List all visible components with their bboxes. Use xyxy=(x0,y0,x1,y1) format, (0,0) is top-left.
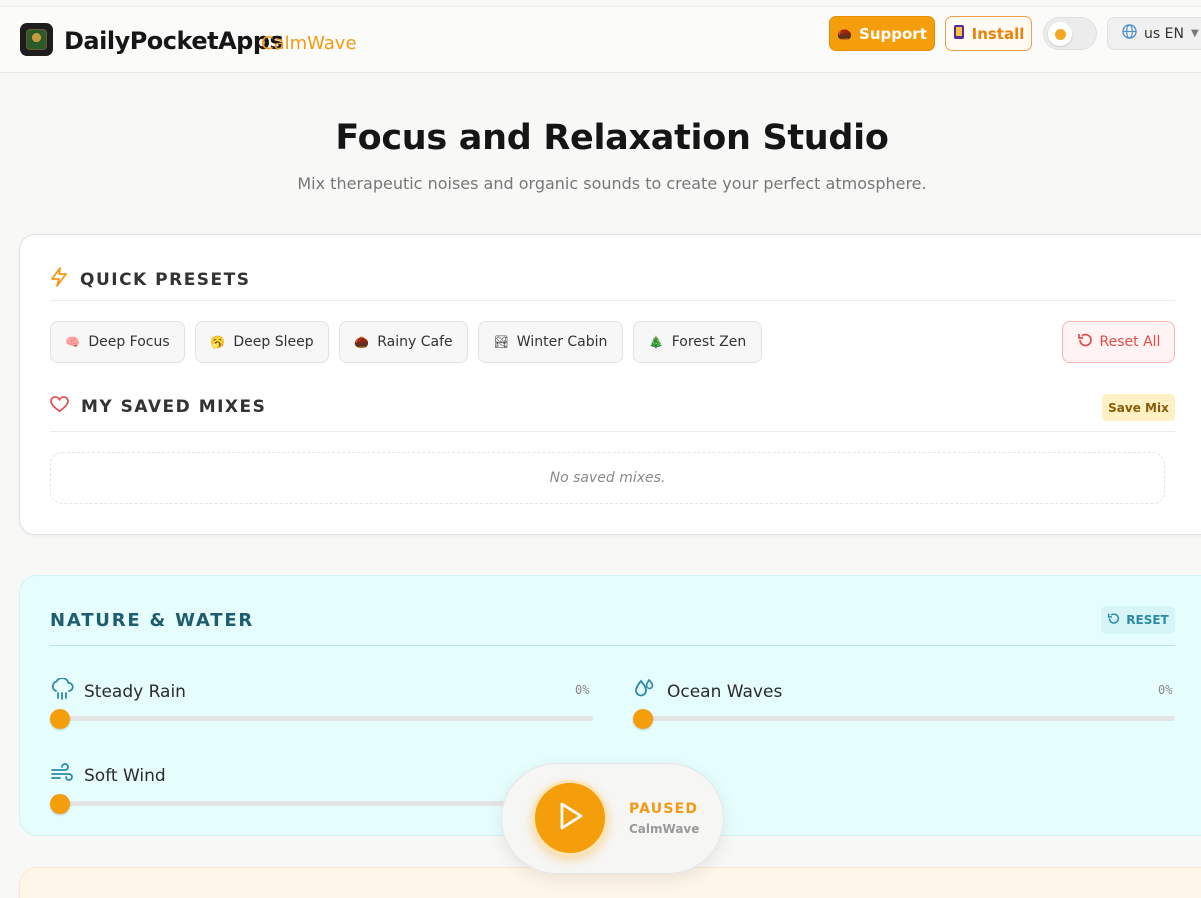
saved-mixes-title: MY SAVED MIXES xyxy=(81,397,267,417)
phone-icon xyxy=(953,24,965,44)
reset-all-button[interactable]: Reset All xyxy=(1062,321,1175,363)
install-label: Install xyxy=(971,24,1025,43)
heart-icon xyxy=(50,396,69,418)
chevron-down-icon: ▼ xyxy=(1190,28,1199,39)
support-button[interactable]: 🌰 Support xyxy=(829,16,935,51)
support-label: Support xyxy=(859,24,927,43)
player-status: PAUSED xyxy=(629,801,699,817)
install-button[interactable]: Install xyxy=(945,16,1032,51)
soft-wind-label: Soft Wind xyxy=(50,763,166,788)
app-logo[interactable] xyxy=(20,23,53,56)
sleepy-face-icon: 🥱 xyxy=(210,335,226,349)
droplets-icon xyxy=(633,678,657,705)
divider xyxy=(50,645,1175,646)
preset-rainy-cafe[interactable]: 🌰 Rainy Cafe xyxy=(339,321,468,363)
theme-toggle[interactable] xyxy=(1043,17,1097,50)
preset-deep-sleep[interactable]: 🥱 Deep Sleep xyxy=(195,321,329,363)
language-selector[interactable]: us EN ▼ xyxy=(1107,17,1201,50)
preset-label: Rainy Cafe xyxy=(377,334,453,350)
ocean-waves-volume: 0% xyxy=(1158,683,1173,697)
sun-icon xyxy=(1048,22,1072,46)
ocean-waves-slider[interactable] xyxy=(633,716,1175,721)
language-label: us EN xyxy=(1144,25,1184,42)
lightning-icon xyxy=(50,267,68,292)
preset-label: Winter Cabin xyxy=(516,334,608,350)
play-icon xyxy=(555,800,585,836)
player-app-name: CalmWave xyxy=(629,822,700,836)
page-title: Focus and Relaxation Studio xyxy=(335,118,889,158)
brain-icon: 🧠 xyxy=(65,335,81,349)
sound-name: Steady Rain xyxy=(84,681,186,702)
preset-label: Deep Focus xyxy=(88,334,170,350)
nature-water-heading: NATURE & WATER xyxy=(50,610,255,631)
preset-deep-focus[interactable]: 🧠 Deep Focus xyxy=(50,321,185,363)
landscape-icon: 🏞 xyxy=(493,335,509,349)
app-name: CalmWave xyxy=(261,33,357,54)
ocean-waves-slider-thumb[interactable] xyxy=(633,709,653,729)
soft-wind-slider-thumb[interactable] xyxy=(50,794,70,814)
globe-icon xyxy=(1122,24,1137,43)
tree-icon: 🎄 xyxy=(648,335,664,349)
cloud-rain-icon xyxy=(50,677,74,705)
steady-rain-volume: 0% xyxy=(575,683,590,697)
preset-label: Forest Zen xyxy=(671,334,747,350)
rotate-ccw-icon xyxy=(1077,332,1093,352)
cup-icon: 🌰 xyxy=(837,26,853,41)
sound-name: Soft Wind xyxy=(84,765,166,786)
play-button[interactable] xyxy=(532,780,608,856)
divider xyxy=(50,431,1175,432)
brand-name[interactable]: DailyPocketApps xyxy=(64,27,284,55)
nature-reset-button[interactable]: RESET xyxy=(1101,606,1175,634)
preset-winter-cabin[interactable]: 🏞 Winter Cabin xyxy=(478,321,623,363)
ocean-waves-label: Ocean Waves xyxy=(633,678,782,705)
quick-presets-title: QUICK PRESETS xyxy=(80,269,251,290)
save-mix-button[interactable]: Save Mix xyxy=(1102,394,1175,421)
reset-all-label: Reset All xyxy=(1099,334,1161,350)
soft-wind-slider[interactable] xyxy=(50,801,510,806)
steady-rain-slider[interactable] xyxy=(50,716,593,721)
steady-rain-slider-thumb[interactable] xyxy=(50,709,70,729)
saved-mixes-empty: No saved mixes. xyxy=(50,452,1165,504)
reset-label: RESET xyxy=(1126,613,1169,627)
sound-name: Ocean Waves xyxy=(667,681,783,702)
saved-mixes-heading: MY SAVED MIXES xyxy=(50,396,266,418)
quick-presets-heading: QUICK PRESETS xyxy=(50,267,251,292)
divider xyxy=(50,300,1175,301)
preset-label: Deep Sleep xyxy=(233,334,314,350)
wind-icon xyxy=(50,763,74,788)
page-subtitle: Mix therapeutic noises and organic sound… xyxy=(297,174,927,193)
coffee-bean-icon: 🌰 xyxy=(354,335,370,349)
rotate-ccw-icon xyxy=(1107,612,1120,628)
steady-rain-label: Steady Rain xyxy=(50,677,186,705)
preset-forest-zen[interactable]: 🎄 Forest Zen xyxy=(633,321,762,363)
